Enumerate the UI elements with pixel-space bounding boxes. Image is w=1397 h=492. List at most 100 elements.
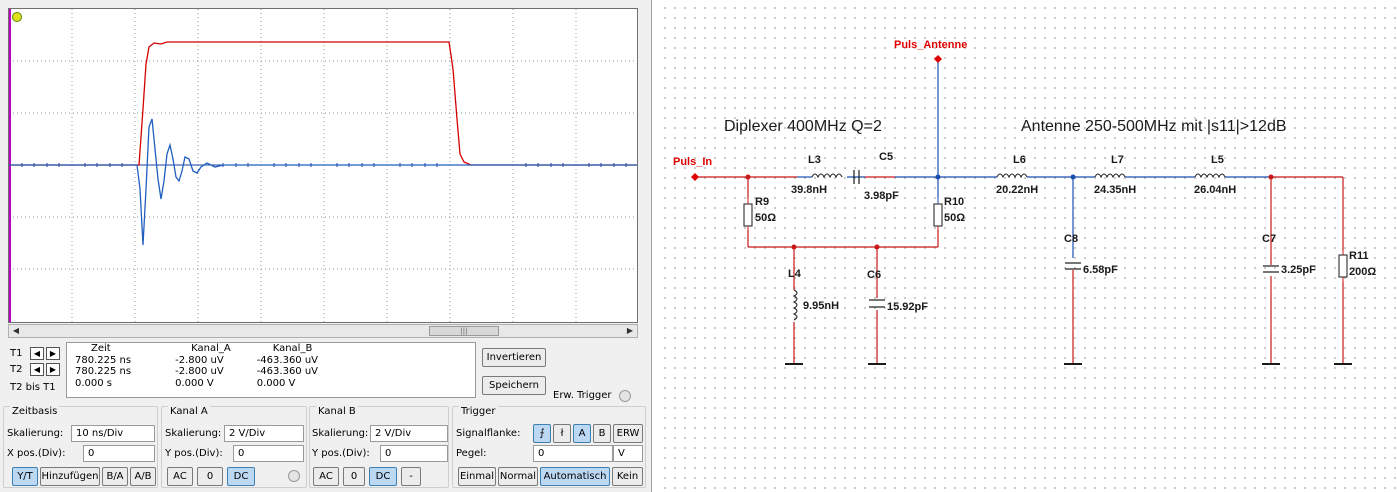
channel-a-radio[interactable] — [288, 470, 300, 482]
readout-row-diff: 0.000 s 0.000 V 0.000 V — [69, 378, 324, 390]
rising-edge-icon[interactable]: ⨍ — [533, 424, 551, 443]
cell: -2.800 uV — [175, 354, 224, 366]
channel-b-minus-button[interactable]: - — [401, 467, 421, 486]
ba-button[interactable]: B/A — [102, 467, 128, 486]
port-label-puls-in: Puls_In — [673, 156, 712, 168]
oscilloscope-screen — [8, 8, 638, 323]
port-puls-antenne-icon — [934, 55, 942, 63]
invert-button[interactable]: Invertieren — [482, 348, 546, 367]
value-r10: 50Ω — [944, 212, 965, 224]
cell: -463.360 uV — [256, 354, 319, 366]
scrollbar-thumb[interactable]: ||| — [429, 326, 499, 336]
channel-a-ac-button[interactable]: AC — [167, 467, 193, 486]
cell: -2.800 uV — [175, 366, 224, 377]
t1-right-arrow-icon[interactable]: ▶ — [46, 347, 60, 360]
channel-a-scale-field[interactable]: 2 V/Div — [224, 425, 304, 442]
col-header-kanal-b: Kanal_B — [272, 343, 313, 354]
trigger-none-button[interactable]: Kein — [612, 467, 643, 486]
capacitor-c6-icon — [869, 299, 885, 308]
inductor-l6-icon — [996, 173, 1028, 179]
horizontal-scrollbar[interactable]: ◀ ||| ▶ — [8, 324, 638, 338]
channel-a-ypos-field[interactable]: 0 — [233, 445, 304, 462]
channel-b-dc-button[interactable]: DC — [369, 467, 397, 486]
timebase-title: Zeitbasis — [10, 406, 60, 417]
ref-l6: L6 — [1013, 154, 1026, 166]
channel-b-group: Kanal B Skalierung: 2 V/Div Y pos.(Div):… — [309, 406, 449, 488]
ab-button[interactable]: A/B — [130, 467, 156, 486]
readout-table: Zeit Kanal_A Kanal_B 780.225 ns -2.800 u… — [66, 342, 476, 398]
readout-row-t1: 780.225 ns -2.800 uV -463.360 uV — [69, 355, 324, 367]
ref-c5: C5 — [879, 151, 893, 163]
ref-r11: R11 — [1349, 250, 1369, 262]
channel-b-scale-field[interactable]: 2 V/Div — [370, 425, 448, 442]
col-header-zeit: Zeit — [91, 343, 111, 354]
capacitor-c8-icon — [1065, 262, 1081, 270]
trigger-normal-button[interactable]: Normal — [498, 467, 538, 486]
save-button[interactable]: Speichern — [482, 376, 546, 395]
wires-blue — [797, 60, 1271, 258]
channel-a-ypos-label: Y pos.(Div): — [165, 448, 223, 459]
falling-edge-icon[interactable]: ł — [553, 424, 571, 443]
yt-button[interactable]: Y/T — [12, 467, 38, 486]
ref-l7: L7 — [1111, 154, 1124, 166]
scroll-right-icon[interactable]: ▶ — [623, 325, 637, 337]
ext-trigger-radio[interactable] — [619, 390, 631, 402]
cell: 0.000 V — [256, 377, 296, 389]
value-l5: 26.04nH — [1194, 184, 1236, 196]
trigger-level-field[interactable]: 0 — [533, 445, 613, 462]
channel-b-ypos-field[interactable]: 0 — [380, 445, 448, 462]
cell: 780.225 ns — [75, 366, 132, 377]
trigger-level-unit[interactable]: V — [613, 445, 643, 462]
channel-b-ac-button[interactable]: AC — [313, 467, 339, 486]
ref-l5: L5 — [1211, 154, 1224, 166]
oscilloscope-panel: ◀ ||| ▶ T1 ◀ ▶ T2 ◀ ▶ T2 bis T1 Zeit Kan… — [0, 0, 652, 492]
port-puls-in-icon — [691, 173, 699, 181]
channel-a-zero-button[interactable]: 0 — [197, 467, 223, 486]
cursor-readout: T1 ◀ ▶ T2 ◀ ▶ T2 bis T1 Zeit Kanal_A Kan… — [8, 342, 476, 400]
scroll-left-icon[interactable]: ◀ — [9, 325, 23, 337]
t2-left-arrow-icon[interactable]: ◀ — [30, 363, 44, 376]
ref-c8: C8 — [1064, 233, 1078, 245]
value-r11: 200Ω — [1349, 266, 1376, 278]
schematic-canvas: Puls_In Puls_Antenne Diplexer 400MHz Q=2… — [657, 0, 1397, 492]
inductor-l4-icon — [792, 289, 798, 321]
trigger-erw-button[interactable]: ERW — [613, 424, 643, 443]
value-l6: 20.22nH — [996, 184, 1038, 196]
trigger-group: Trigger Signalflanke: ⨍ ł A B ERW Pegel:… — [452, 406, 646, 488]
ref-l4: L4 — [788, 268, 802, 280]
value-l3: 39.8nH — [791, 184, 827, 196]
cell: 0.000 s — [75, 377, 113, 389]
inductor-l7-icon — [1094, 173, 1126, 179]
t2-label: T2 — [10, 364, 23, 375]
ref-c7: C7 — [1262, 233, 1276, 245]
ref-c6: C6 — [867, 269, 881, 281]
inductor-l5-icon — [1194, 173, 1226, 179]
timebase-scale-field[interactable]: 10 ns/Div — [71, 425, 155, 442]
trigger-b-button[interactable]: B — [593, 424, 611, 443]
capacitor-c7-icon — [1263, 265, 1279, 273]
value-l7: 24.35nH — [1094, 184, 1136, 196]
channel-b-ypos-label: Y pos.(Div): — [312, 448, 370, 459]
note-diplexer: Diplexer 400MHz Q=2 — [724, 118, 882, 135]
cell: 780.225 ns — [75, 354, 132, 366]
trigger-a-button[interactable]: A — [573, 424, 591, 443]
value-l4: 9.95nH — [803, 300, 839, 312]
trigger-edge-label: Signalflanke: — [456, 428, 521, 439]
trigger-auto-button[interactable]: Automatisch — [540, 467, 610, 486]
channel-b-zero-button[interactable]: 0 — [343, 467, 365, 486]
scope-plot — [9, 9, 637, 322]
resistor-r9-icon — [743, 203, 753, 227]
t1-left-arrow-icon[interactable]: ◀ — [30, 347, 44, 360]
channel-a-title: Kanal A — [168, 406, 210, 417]
trigger-marker-icon[interactable] — [12, 12, 22, 22]
trigger-single-button[interactable]: Einmal — [458, 467, 496, 486]
t2-bis-t1-label: T2 bis T1 — [10, 382, 56, 393]
xpos-field[interactable]: 0 — [83, 445, 155, 462]
channel-a-dc-button[interactable]: DC — [227, 467, 255, 486]
value-c5: 3.98pF — [864, 190, 899, 202]
value-c6: 15.92pF — [887, 301, 928, 313]
t2-right-arrow-icon[interactable]: ▶ — [46, 363, 60, 376]
add-button[interactable]: Hinzufügen — [40, 467, 100, 486]
trace-channel-b — [9, 118, 637, 246]
trigger-title: Trigger — [459, 406, 498, 417]
